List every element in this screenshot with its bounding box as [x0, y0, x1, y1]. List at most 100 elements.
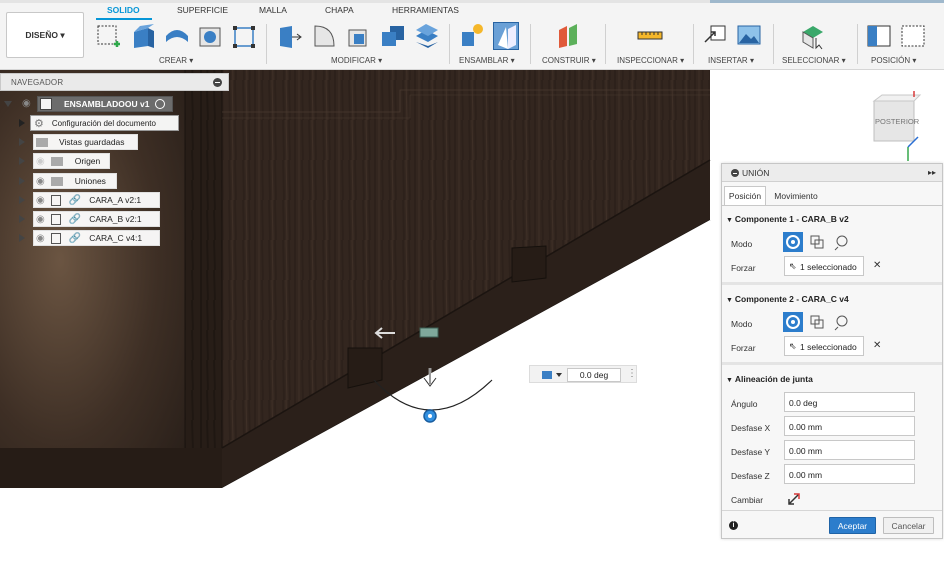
tab-malla[interactable]: MALLA [259, 5, 287, 15]
extrude-icon[interactable] [130, 22, 156, 50]
link-icon: 🔗 [68, 194, 82, 206]
nav-item-cara-c[interactable]: ◉ 🔗 CARA_C v4:1 [33, 230, 160, 246]
tab-herramientas[interactable]: HERRAMIENTAS [392, 5, 459, 15]
cara-a-label: CARA_A v2:1 [89, 195, 142, 205]
mode-simple-icon[interactable] [783, 232, 803, 252]
group-ensamblar[interactable]: ENSAMBLAR ▾ [459, 56, 515, 65]
joint-icon[interactable] [493, 22, 519, 50]
group-crear[interactable]: CREAR ▾ [159, 56, 193, 65]
nav-item-cara-a[interactable]: ◉ 🔗 CARA_A v2:1 [33, 192, 160, 208]
group-modificar[interactable]: MODIFICAR ▾ [331, 56, 382, 65]
component1-title[interactable]: Componente 1 - CARA_B v2 [726, 214, 849, 224]
component2-title[interactable]: Componente 2 - CARA_C v4 [726, 294, 849, 304]
combine-icon[interactable] [414, 22, 440, 50]
tab-solido[interactable]: SOLIDO [107, 5, 140, 15]
nav-item-cara-b[interactable]: ◉ 🔗 CARA_B v2:1 [33, 211, 160, 227]
panel-header[interactable]: UNIÓN ▸▸ [722, 164, 942, 182]
nav-item-origin[interactable]: ◉ Origen [33, 153, 110, 169]
shell-icon[interactable] [380, 22, 406, 50]
expand-joints-icon[interactable] [19, 177, 25, 185]
create-sketch-icon[interactable] [96, 22, 122, 50]
info-icon[interactable]: i [729, 521, 738, 530]
mode-between-icon[interactable] [807, 312, 827, 332]
nav-item-joints[interactable]: ◉ Uniones [33, 173, 117, 189]
visibility-eye-icon[interactable]: ◉ [36, 233, 45, 244]
measure-icon[interactable] [637, 22, 663, 50]
select-icon[interactable] [800, 22, 826, 50]
minimize-icon[interactable] [731, 169, 739, 177]
expand-root-icon[interactable] [4, 101, 12, 107]
new-component-icon[interactable] [459, 22, 485, 50]
revolve-icon[interactable] [164, 22, 190, 50]
offset-y-field[interactable]: 0.00 mm [784, 440, 915, 460]
tab-posicion[interactable]: Posición [724, 186, 766, 206]
tab-superficie[interactable]: SUPERFICIE [177, 5, 228, 15]
fillet-icon[interactable] [312, 22, 338, 50]
angle-value-field[interactable]: 0.0 deg [567, 368, 621, 382]
offset-z-field[interactable]: 0.00 mm [784, 464, 915, 484]
group-construir[interactable]: CONSTRUIR ▾ [542, 56, 596, 65]
visibility-eye-icon[interactable]: ◉ [36, 195, 45, 206]
toolbar: DISEÑO ▾ SOLIDO SUPERFICIE MALLA CHAPA H… [0, 0, 944, 70]
angle-input-widget[interactable]: 0.0 deg ⋮ [529, 365, 637, 383]
expand-cara-c-icon[interactable] [19, 234, 25, 242]
navigator-header[interactable]: NAVEGADOR [0, 73, 229, 91]
insert-image-icon[interactable] [737, 22, 763, 50]
mode-center-icon[interactable] [832, 312, 852, 332]
cara-b-label: CARA_B v2:1 [89, 214, 142, 224]
clear-selection-icon[interactable]: ✕ [873, 340, 881, 351]
hidden-eye-icon[interactable]: ◉ [36, 156, 45, 167]
component-icon [50, 194, 61, 206]
expand-cara-b-icon[interactable] [19, 215, 25, 223]
saved-views-label: Vistas guardadas [59, 137, 125, 147]
visibility-eye-icon[interactable]: ◉ [36, 176, 45, 187]
offset-x-field[interactable]: 0.00 mm [784, 416, 915, 436]
offset-plane-icon[interactable] [556, 22, 582, 50]
force2-selection[interactable]: ⇖ 1 seleccionado [784, 336, 864, 356]
nav-item-config[interactable]: ⚙ Configuración del documento [30, 115, 179, 131]
alignment-title[interactable]: Alineación de junta [726, 374, 813, 384]
group-seleccionar[interactable]: SELECCIONAR ▾ [782, 56, 846, 65]
viewcube[interactable]: POSTERIOR [868, 91, 922, 161]
link-icon: 🔗 [68, 232, 82, 244]
mode-center-icon[interactable] [832, 232, 852, 252]
group-inspeccionar[interactable]: INSPECCIONAR ▾ [617, 56, 684, 65]
tab-movimiento[interactable]: Movimiento [768, 186, 824, 206]
expand-views-icon[interactable] [19, 138, 25, 146]
force2-label: Forzar [731, 343, 756, 353]
insert-derive-icon[interactable] [703, 22, 729, 50]
flip-icon[interactable] [788, 493, 800, 505]
nav-item-saved-views[interactable]: Vistas guardadas [33, 134, 138, 150]
pattern-icon[interactable] [232, 22, 258, 50]
navigator-root[interactable]: ENSAMBLADOOU v1 [37, 96, 173, 112]
revert-position-icon[interactable] [901, 22, 927, 50]
angle-field[interactable]: 0.0 deg [784, 392, 915, 412]
panel-title: UNIÓN [742, 168, 770, 178]
mode-simple-icon[interactable] [783, 312, 803, 332]
angle-mode-icon[interactable] [542, 370, 562, 380]
hole-icon[interactable] [198, 22, 224, 50]
expand-panel-icon[interactable]: ▸▸ [928, 168, 936, 177]
chamfer-icon[interactable] [346, 22, 372, 50]
design-button-label: DISEÑO [25, 30, 58, 40]
activate-icon[interactable] [155, 99, 166, 109]
visibility-eye-icon[interactable]: ◉ [36, 214, 45, 225]
tab-chapa[interactable]: CHAPA [325, 5, 354, 15]
clear-selection-icon[interactable]: ✕ [873, 260, 881, 271]
capture-position-icon[interactable] [867, 22, 893, 50]
accept-button[interactable]: Aceptar [829, 517, 876, 534]
expand-cara-a-icon[interactable] [19, 196, 25, 204]
group-posicion[interactable]: POSICIÓN ▾ [871, 56, 916, 65]
force1-selection[interactable]: ⇖ 1 seleccionado [784, 256, 864, 276]
expand-config-icon[interactable] [19, 119, 25, 127]
design-workspace-button[interactable]: DISEÑO ▾ [6, 12, 84, 58]
visibility-eye-icon[interactable]: ◉ [22, 98, 31, 109]
expand-origin-icon[interactable] [19, 157, 25, 165]
joint-manipulator[interactable] [360, 320, 510, 430]
minimize-icon[interactable] [213, 78, 222, 87]
more-options-icon[interactable]: ⋮ [627, 368, 637, 379]
press-pull-icon[interactable] [278, 22, 304, 50]
mode-between-icon[interactable] [807, 232, 827, 252]
cancel-button[interactable]: Cancelar [883, 517, 934, 534]
group-insertar[interactable]: INSERTAR ▾ [708, 56, 754, 65]
